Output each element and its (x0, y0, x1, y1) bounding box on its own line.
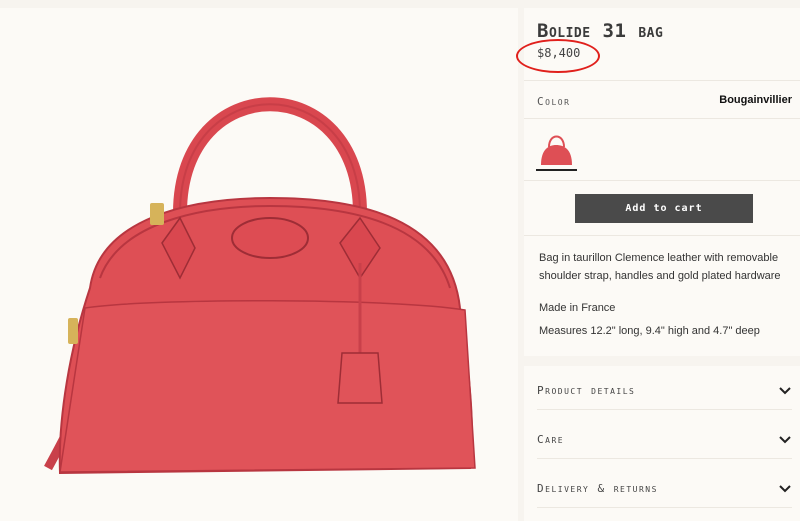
measures: Measures 12.2" long, 9.4" high and 4.7" … (539, 325, 760, 337)
chevron-down-icon (779, 386, 791, 394)
chevron-down-icon (779, 484, 791, 492)
color-value: Bougainvillier (719, 94, 792, 106)
accordion-label: Delivery & returns (537, 482, 658, 495)
selected-swatch-indicator (536, 169, 577, 171)
product-price: $8,400 (537, 46, 581, 60)
section-divider (524, 356, 800, 366)
color-section: Color Bougainvillier (524, 81, 800, 119)
cart-section (524, 181, 800, 236)
product-image[interactable] (30, 48, 490, 498)
product-image-pane (0, 8, 518, 521)
accordion-label: Product details (537, 384, 636, 397)
accordion-product-details[interactable]: Product details (537, 372, 792, 410)
accordion-care[interactable]: Care (537, 421, 792, 459)
product-description: Bag in taurillon Clemence leather with r… (539, 252, 781, 282)
made-in: Made in France (539, 302, 616, 314)
chevron-down-icon (779, 435, 791, 443)
color-label: Color (537, 95, 571, 108)
product-info-panel: Bolide 31 bag $8,400 Color Bougainvillie… (516, 8, 800, 521)
title-section: Bolide 31 bag $8,400 (516, 8, 800, 81)
accordion-delivery-returns[interactable]: Delivery & returns (537, 470, 792, 508)
swatch-section (524, 119, 800, 181)
accordion-label: Care (537, 433, 565, 446)
color-swatch-bougainvillier[interactable] (536, 131, 577, 167)
